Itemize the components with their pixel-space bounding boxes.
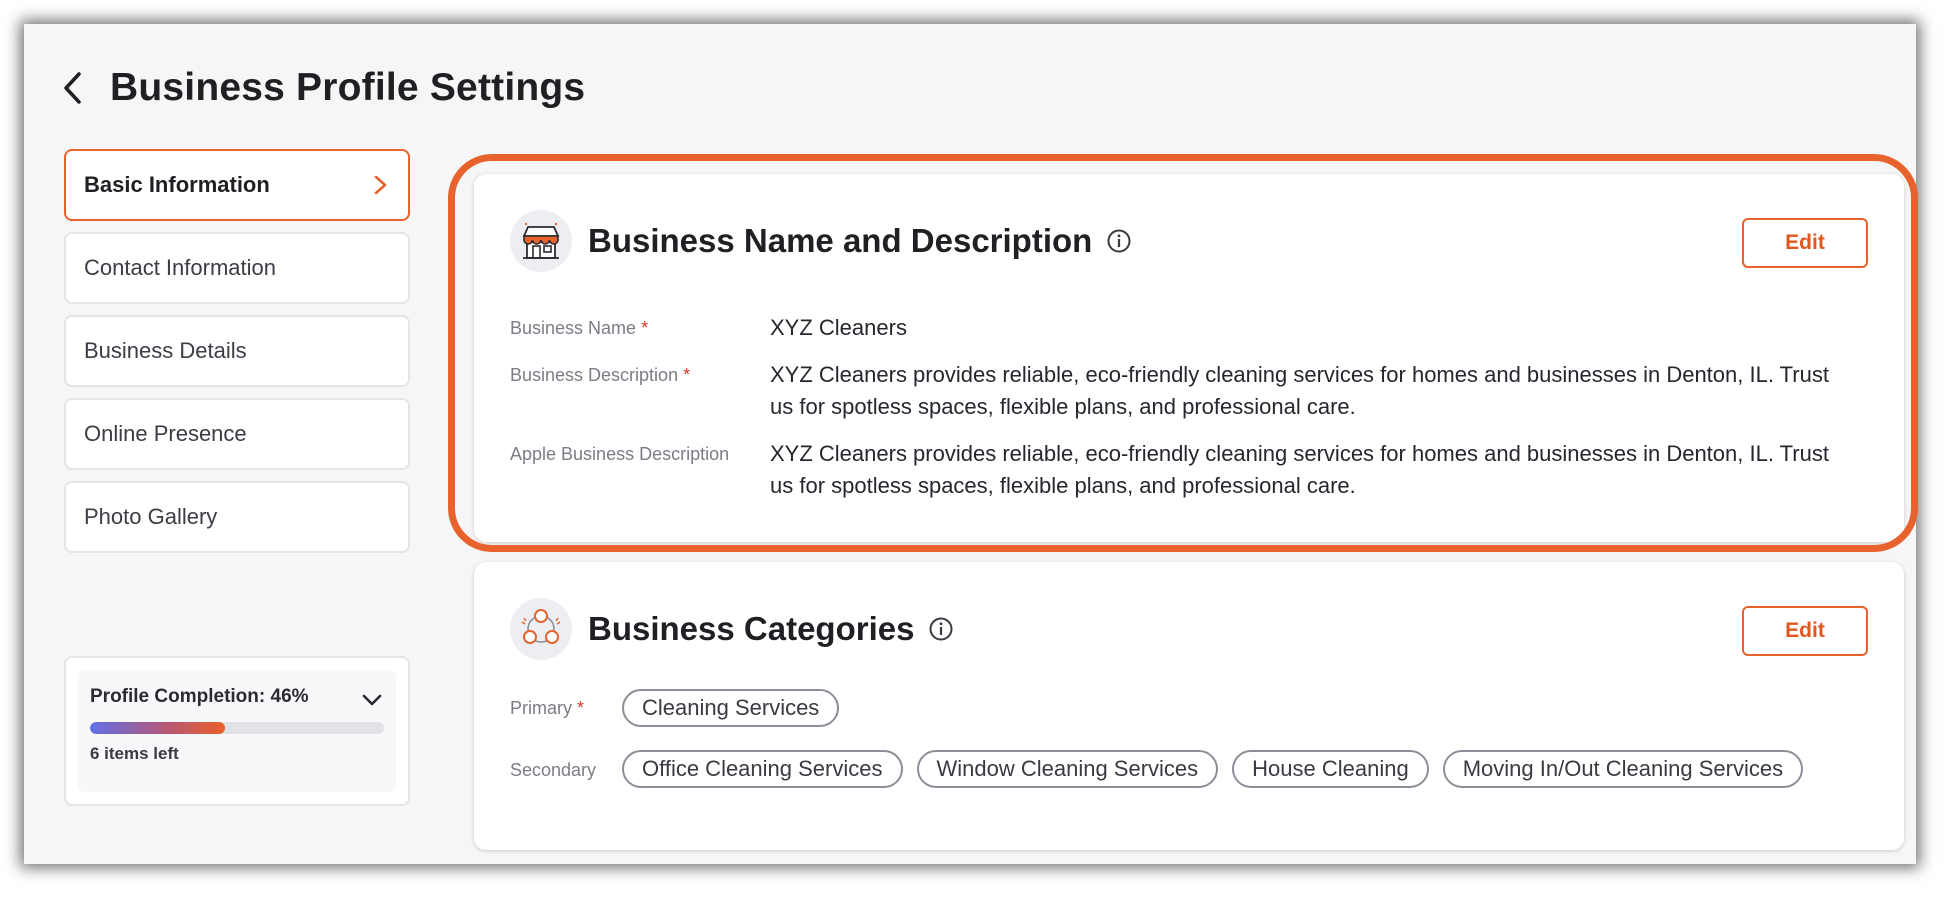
category-chip: Moving In/Out Cleaning Services bbox=[1442, 750, 1804, 788]
storefront-icon bbox=[510, 210, 572, 272]
edit-business-name-button[interactable]: Edit bbox=[1742, 218, 1868, 268]
sidebar-item-photo-gallery[interactable]: Photo Gallery bbox=[64, 481, 410, 553]
business-name-card-header: Business Name and Description bbox=[510, 210, 1132, 272]
business-name-card-title: Business Name and Description bbox=[588, 222, 1093, 259]
sidebar-item-online-presence[interactable]: Online Presence bbox=[64, 398, 410, 470]
business-description-label-text: Business Description bbox=[510, 365, 679, 385]
categories-icon bbox=[510, 598, 572, 660]
required-marker: * bbox=[683, 365, 691, 385]
business-categories-card-header: Business Categories bbox=[510, 598, 954, 660]
info-icon[interactable] bbox=[1106, 228, 1132, 254]
business-name-card: Business Name and Description Edit Busin… bbox=[474, 174, 1904, 542]
apple-business-description-value: XYZ Cleaners provides reliable, eco-frie… bbox=[770, 441, 1829, 498]
primary-label-text: Primary bbox=[510, 698, 572, 718]
profile-completion-panel: Profile Completion: 46% 6 items left bbox=[64, 656, 410, 806]
info-icon[interactable] bbox=[928, 616, 954, 642]
category-chip: Window Cleaning Services bbox=[916, 750, 1219, 788]
business-description-value: XYZ Cleaners provides reliable, eco-frie… bbox=[770, 362, 1829, 419]
required-marker: * bbox=[577, 698, 585, 718]
sidebar-item-label: Photo Gallery bbox=[84, 504, 218, 529]
edit-business-categories-button[interactable]: Edit bbox=[1742, 606, 1868, 656]
required-marker: * bbox=[641, 318, 649, 338]
back-button[interactable] bbox=[62, 68, 102, 108]
business-name-label-text: Business Name bbox=[510, 318, 637, 338]
primary-category-label: Primary * bbox=[510, 698, 584, 719]
items-left-text: 6 items left bbox=[90, 744, 179, 763]
sidebar-item-label: Business Details bbox=[84, 338, 247, 363]
category-chip: Cleaning Services bbox=[622, 689, 840, 727]
sidebar-item-contact-information[interactable]: Contact Information bbox=[64, 232, 410, 304]
sidebar-item-label: Online Presence bbox=[84, 421, 247, 446]
app-window: Business Profile Settings Basic Informat… bbox=[24, 24, 1918, 864]
business-categories-card: Business Categories Edit Primary * Clean… bbox=[474, 562, 1904, 850]
secondary-category-label: Secondary bbox=[510, 760, 597, 780]
business-description-label: Business Description * bbox=[510, 365, 690, 386]
profile-completion-bar bbox=[90, 722, 384, 734]
category-chip: House Cleaning bbox=[1232, 750, 1429, 788]
profile-completion-bar-fill bbox=[90, 722, 226, 734]
secondary-category-chips: Office Cleaning Services Window Cleaning… bbox=[622, 750, 1817, 788]
business-name-value: XYZ Cleaners bbox=[770, 315, 907, 340]
chevron-down-icon[interactable] bbox=[360, 688, 384, 712]
primary-category-chips: Cleaning Services bbox=[622, 689, 853, 727]
sidebar-item-basic-information[interactable]: Basic Information bbox=[64, 149, 410, 221]
profile-completion-label: Profile Completion: 46% bbox=[90, 686, 309, 707]
sidebar-item-label: Basic Information bbox=[84, 172, 270, 197]
category-chip: Office Cleaning Services bbox=[622, 750, 903, 788]
apple-business-description-label: Apple Business Description bbox=[510, 444, 730, 464]
sidebar-item-label: Contact Information bbox=[84, 255, 276, 280]
chevron-left-icon bbox=[64, 72, 81, 104]
business-categories-card-title: Business Categories bbox=[588, 610, 915, 647]
chevron-right-icon bbox=[374, 175, 387, 195]
profile-completion-content: Profile Completion: 46% 6 items left bbox=[78, 670, 396, 792]
business-name-label: Business Name * bbox=[510, 318, 648, 339]
sidebar-item-business-details[interactable]: Business Details bbox=[64, 315, 410, 387]
page-title: Business Profile Settings bbox=[110, 66, 586, 109]
sidebar-nav: Basic Information Contact Information Bu… bbox=[64, 149, 410, 564]
page-header: Business Profile Settings bbox=[62, 60, 585, 116]
